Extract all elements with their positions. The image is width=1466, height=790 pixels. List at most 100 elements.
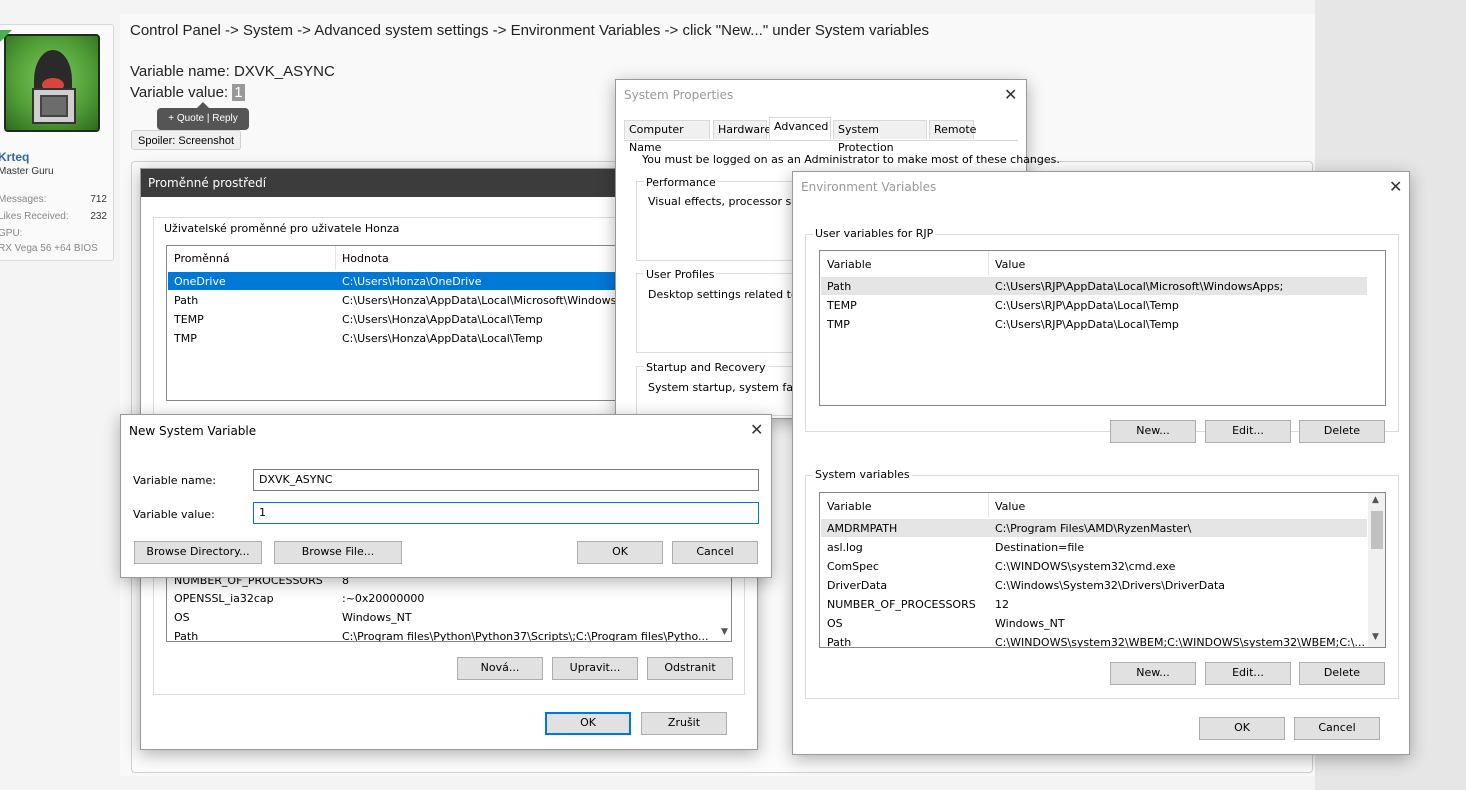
env-system-list[interactable]: Variable Value AMDRMPATH C:\Program File… <box>819 492 1386 648</box>
spoiler-button[interactable]: Spoiler: Screenshot <box>131 130 241 150</box>
variable-value-label: Variable value: <box>133 508 215 521</box>
czech-new-button[interactable]: Nová... <box>457 657 543 680</box>
close-icon[interactable]: ✕ <box>750 420 763 439</box>
table-cell[interactable]: C:\Users\Honza\AppData\Local\Temp <box>342 332 543 345</box>
column-header-value[interactable]: Value <box>995 500 1025 513</box>
scrollbar-thumb[interactable] <box>1371 511 1383 549</box>
user-title: Master Guru <box>0 166 54 177</box>
env-user-new-button[interactable]: New... <box>1110 420 1196 443</box>
table-cell[interactable]: C:\Program files\Python\Python37\Scripts… <box>342 630 709 641</box>
tab-remote[interactable]: Remote <box>929 120 976 139</box>
column-divider <box>335 246 336 270</box>
performance-label: Performance <box>644 176 718 189</box>
performance-group <box>636 181 796 261</box>
czech-system-list[interactable]: NUMBER_OF_PROCESSORS 8 OPENSSL_ia32cap :… <box>166 569 732 642</box>
likes-label: Likes Received: <box>0 211 69 222</box>
variable-name-input[interactable]: DXVK_ASYNC <box>253 469 759 491</box>
table-cell[interactable]: OS <box>174 611 190 624</box>
table-cell[interactable]: Path <box>174 294 198 307</box>
tv-set <box>32 88 76 124</box>
env-user-group-label: User variables for RJP <box>813 227 936 240</box>
table-cell[interactable]: DriverData <box>827 579 887 592</box>
env-vars-title: Environment Variables <box>801 180 937 194</box>
table-cell[interactable]: ComSpec <box>827 560 879 573</box>
variable-name-label: Variable name: <box>133 474 216 487</box>
variable-value-input[interactable]: 1 <box>253 502 759 524</box>
tab-advanced[interactable]: Advanced <box>769 117 831 139</box>
table-cell: C:\Users\Honza\OneDrive <box>342 275 482 288</box>
browse-directory-button[interactable]: Browse Directory... <box>134 541 262 564</box>
environment-variables-dialog: Environment Variables ✕ User variables f… <box>792 171 1410 755</box>
czech-user-list[interactable]: Proměnná Hodnota OneDrive C:\Users\Honza… <box>166 245 626 401</box>
new-var-cancel-button[interactable]: Cancel <box>672 541 758 564</box>
table-cell: Path <box>827 280 852 293</box>
table-cell[interactable]: C:\Users\RJP\AppData\Local\Temp <box>995 299 1179 312</box>
column-header-variable[interactable]: Variable <box>827 258 872 271</box>
system-properties-title: System Properties <box>624 88 734 102</box>
online-indicator-icon <box>0 30 12 42</box>
table-cell[interactable]: OPENSSL_ia32cap <box>174 592 274 605</box>
browse-file-button[interactable]: Browse File... <box>274 541 402 564</box>
env-user-delete-button[interactable]: Delete <box>1299 420 1385 443</box>
quote-reply-tooltip[interactable]: + Quote | Reply <box>157 102 249 130</box>
env-cancel-button[interactable]: Cancel <box>1294 717 1380 740</box>
czech-ok-button[interactable]: OK <box>545 712 631 735</box>
column-divider <box>988 251 989 275</box>
env-system-edit-button[interactable]: Edit... <box>1205 662 1291 685</box>
profiles-label: User Profiles <box>644 268 717 281</box>
table-cell[interactable]: C:\Users\RJP\AppData\Local\Temp <box>995 318 1179 331</box>
likes-value: 232 <box>90 211 107 222</box>
table-cell[interactable]: NUMBER_OF_PROCESSORS <box>827 598 976 611</box>
profiles-group <box>636 273 796 353</box>
env-user-edit-button[interactable]: Edit... <box>1205 420 1291 443</box>
variable-name-line: Variable name: DXVK_ASYNC <box>130 63 335 80</box>
table-cell[interactable]: C:\WINDOWS\system32\cmd.exe <box>995 560 1175 573</box>
table-cell[interactable]: Path <box>174 630 198 641</box>
table-cell[interactable]: C:\Users\Honza\AppData\Local\Microsoft\W… <box>342 294 616 307</box>
variable-value-highlight: 1 <box>232 84 245 101</box>
czech-user-group-label: Uživatelské proměnné pro uživatele Honza <box>162 222 402 235</box>
table-cell[interactable]: Windows_NT <box>342 611 412 624</box>
tab-hardware[interactable]: Hardware <box>713 120 771 139</box>
table-cell[interactable]: Windows_NT <box>995 617 1065 630</box>
table-cell[interactable]: asl.log <box>827 541 863 554</box>
tab-computer-name[interactable]: Computer Name <box>624 120 710 154</box>
gpu-value: RX Vega 56 +64 BIOS <box>0 243 98 254</box>
close-icon[interactable]: ✕ <box>1004 85 1017 104</box>
table-cell[interactable]: TEMP <box>827 299 857 312</box>
table-cell[interactable]: TEMP <box>174 313 204 326</box>
scroll-down-icon[interactable]: ▼ <box>1372 632 1379 642</box>
env-ok-button[interactable]: OK <box>1199 717 1285 740</box>
user-avatar[interactable] <box>4 34 100 132</box>
env-user-list[interactable]: Variable Value Path C:\Users\RJP\AppData… <box>819 250 1386 406</box>
column-header-value[interactable]: Hodnota <box>342 252 389 265</box>
table-cell[interactable]: OS <box>827 617 843 630</box>
table-cell[interactable]: Path <box>827 636 851 647</box>
table-cell[interactable]: TMP <box>827 318 850 331</box>
username-link[interactable]: Krteq <box>0 150 29 164</box>
scroll-down-icon[interactable]: ▼ <box>721 627 728 637</box>
scroll-up-icon[interactable]: ▲ <box>1372 495 1379 505</box>
close-icon[interactable]: ✕ <box>1389 177 1402 196</box>
env-system-new-button[interactable]: New... <box>1110 662 1196 685</box>
table-cell[interactable]: C:\Windows\System32\Drivers\DriverData <box>995 579 1225 592</box>
env-system-delete-button[interactable]: Delete <box>1299 662 1385 685</box>
tab-system-protection[interactable]: System Protection <box>833 120 927 154</box>
column-header-name[interactable]: Proměnná <box>174 252 230 265</box>
table-cell[interactable]: :~0x20000000 <box>342 592 424 605</box>
new-var-ok-button[interactable]: OK <box>577 541 663 564</box>
variable-value-label: Variable value: <box>130 84 233 101</box>
table-cell[interactable]: C:\WINDOWS\system32\WBEM;C:\WINDOWS\syst… <box>995 636 1365 647</box>
czech-delete-button[interactable]: Odstranit <box>647 657 733 680</box>
column-header-variable[interactable]: Variable <box>827 500 872 513</box>
czech-edit-button[interactable]: Upravit... <box>552 657 638 680</box>
gpu-label: GPU: <box>0 228 23 239</box>
table-cell[interactable]: 12 <box>995 598 1009 611</box>
czech-cancel-button[interactable]: Zrušit <box>641 712 727 735</box>
table-cell: AMDRMPATH <box>827 522 898 535</box>
column-header-value[interactable]: Value <box>995 258 1025 271</box>
table-cell[interactable]: TMP <box>174 332 197 345</box>
table-cell[interactable]: C:\Users\Honza\AppData\Local\Temp <box>342 313 543 326</box>
table-cell: C:\Program Files\AMD\RyzenMaster\ <box>995 522 1192 535</box>
table-cell[interactable]: Destination=file <box>995 541 1084 554</box>
